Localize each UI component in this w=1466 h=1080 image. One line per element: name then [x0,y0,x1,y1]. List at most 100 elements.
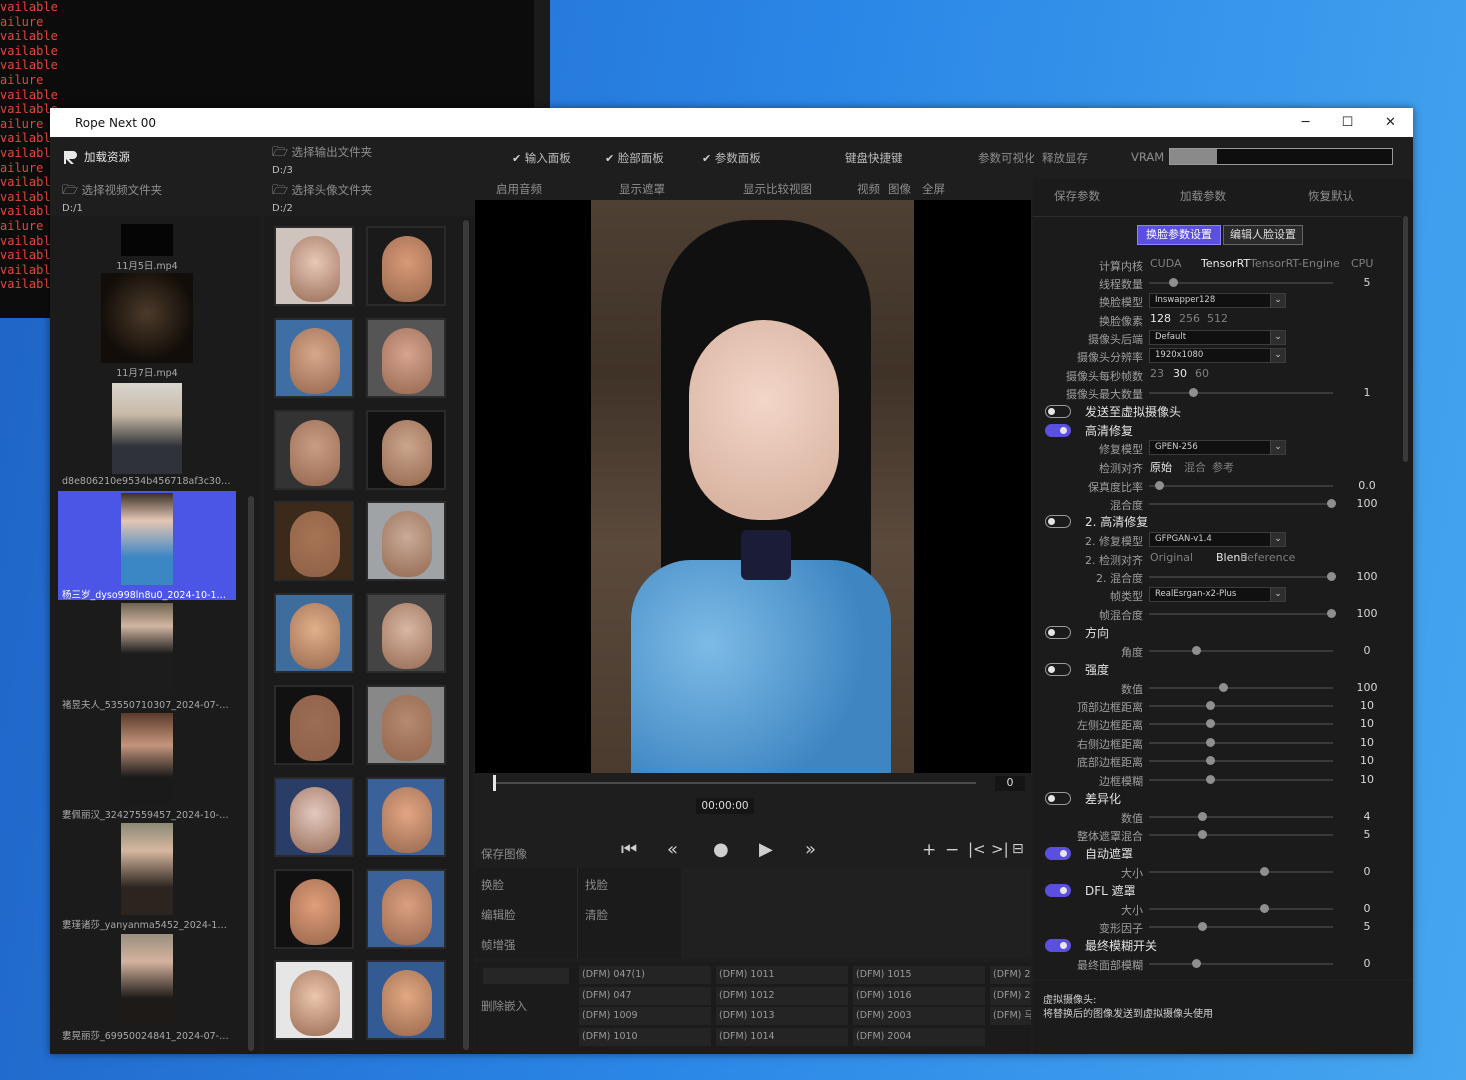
restore-blend-slider[interactable] [1149,503,1333,505]
enable-audio-toggle[interactable]: 启用音频 [496,181,542,197]
strength-toggle[interactable] [1045,663,1071,676]
video-item[interactable]: 婁佩丽汉_32427559457_2024-10-24_0... [58,713,236,821]
video-item[interactable]: 11月5日.mp4 [58,224,236,272]
restore2-blend-slider-handle[interactable] [1327,572,1336,581]
video-tab[interactable]: 视频 [857,181,880,197]
restore-blend-slider-handle[interactable] [1327,499,1336,508]
strength-amount-slider[interactable] [1149,687,1333,689]
face-thumbnail[interactable] [366,501,446,582]
option-restore2-align[interactable]: Original [1150,551,1193,564]
dfm-model-item[interactable]: (DFM) 1013 [716,1007,848,1025]
restore-toggle[interactable] [1045,424,1071,437]
frame-blend-slider[interactable] [1149,613,1333,615]
params-scrollbar[interactable] [1403,216,1408,462]
diff-toggle[interactable] [1045,792,1071,805]
face-thumbnail[interactable] [274,685,354,765]
close-button[interactable]: ✕ [1369,108,1412,137]
dfm-model-item[interactable]: (DFM) 1016 [853,986,985,1005]
face-folder-button[interactable]: 🗁 选择头像文件夹 D:/2 [272,181,372,214]
save-marker-icon[interactable]: ⊟ [1012,841,1024,857]
first-frame-icon[interactable]: ⏮ [621,839,637,860]
faces-scrollbar[interactable] [463,220,469,1050]
play-icon[interactable]: ▶ [759,839,773,860]
diff-mask-slider[interactable] [1149,834,1333,836]
option-resolution[interactable]: 512 [1207,312,1228,325]
video-item[interactable]: 11月7日.mp4 [58,273,236,379]
face-thumbnail[interactable] [274,317,354,398]
diff-amount-slider[interactable] [1149,816,1333,818]
param-value-threads[interactable]: 5 [1355,276,1379,289]
param-value-border-blur[interactable]: 10 [1355,773,1379,786]
dfm-model-item[interactable]: (DFM) 2003 [853,1007,985,1025]
dfm-model-item[interactable]: (DFM) 1010 [579,1027,711,1046]
face-thumbnail[interactable] [274,593,354,674]
fullscreen-tab[interactable]: 全屏 [922,181,945,197]
compare-view-toggle[interactable]: 显示比较视图 [743,181,812,197]
diff-amount-slider-handle[interactable] [1198,812,1207,821]
video-item[interactable]: 婁瑾诸莎_yanyanma5452_2024-10-24_... [58,823,236,931]
fast-forward-icon[interactable]: » [805,839,816,860]
face-thumbnail[interactable] [366,593,446,674]
face-thumbnail[interactable] [274,226,354,306]
border-top-slider[interactable] [1149,705,1333,707]
dfm-model-item[interactable]: (DFM) 20 [990,986,1031,1005]
swapper-model-dropdown[interactable]: Inswapper128 ⌄ [1149,293,1286,308]
option-cam-fps[interactable]: 30 [1173,367,1187,380]
reset-params-button[interactable]: 恢复默认 [1308,188,1354,204]
face-thumbnail[interactable] [366,685,446,765]
record-icon[interactable]: ● [713,839,729,860]
frame-blend-slider-handle[interactable] [1327,609,1336,618]
angle-slider[interactable] [1149,650,1333,652]
orientation-toggle[interactable] [1045,626,1071,639]
dfm-model-item[interactable]: (DFM) 2004 [853,1027,985,1046]
restore2-blend-slider[interactable] [1149,576,1333,578]
param-value-angle[interactable]: 0 [1355,644,1379,657]
face-thumbnail[interactable] [274,409,354,490]
diff-mask-slider-handle[interactable] [1198,830,1207,839]
threads-slider-handle[interactable] [1169,278,1178,287]
restore2-toggle[interactable] [1045,515,1071,528]
video-item[interactable]: 褚昱夫人_53550710307_2024-07-06_1... [58,603,236,711]
border-bottom-slider-handle[interactable] [1206,756,1215,765]
restore-fid-slider-handle[interactable] [1155,481,1164,490]
option-provider[interactable]: CUDA [1150,257,1182,270]
param-value-restore2-blend[interactable]: 100 [1355,570,1379,583]
timeline-slider[interactable] [493,775,976,791]
dfl-size-slider[interactable] [1149,908,1333,910]
params-visible-button[interactable]: 参数可视化 [978,150,1034,166]
face-thumbnail[interactable] [366,960,446,1041]
output-folder-button[interactable]: 🗁 选择输出文件夹 D:/3 [272,143,372,176]
camera-resolution-dropdown[interactable]: 1920x1080 ⌄ [1149,348,1286,363]
occluder-size-slider-handle[interactable] [1260,867,1269,876]
option-cam-fps[interactable]: 60 [1195,367,1209,380]
restore2-model-dropdown[interactable]: GFPGAN-v1.4 ⌄ [1149,532,1286,547]
option-provider[interactable]: CPU [1351,257,1373,270]
prev-marker-icon[interactable]: |< [968,840,986,858]
param-value-restore-fid[interactable]: 0.0 [1355,479,1379,492]
embed-name-input[interactable] [483,968,569,984]
maximize-button[interactable]: ☐ [1326,108,1369,137]
param-value-restore-blend[interactable]: 100 [1355,497,1379,510]
minimize-button[interactable]: ─ [1284,108,1327,137]
final-blur-toggle[interactable] [1045,939,1071,952]
delete-embedding-button[interactable]: 删除嵌入 [481,998,527,1014]
border-left-slider-handle[interactable] [1206,719,1215,728]
dfl-size-slider-handle[interactable] [1260,904,1269,913]
dfm-model-item[interactable]: (DFM) 1009 [579,1007,711,1025]
tab-edit-face-settings[interactable]: 编辑人脸设置 [1223,225,1303,245]
keyboard-shortcuts-button[interactable]: 键盘快捷键 [845,150,903,166]
param-value-cam-max[interactable]: 1 [1355,386,1379,399]
face-thumbnail[interactable] [274,960,354,1041]
param-value-border-top[interactable]: 10 [1355,699,1379,712]
chk-input-panel[interactable]: ✔ 输入面板 [512,150,571,166]
video-folder-button[interactable]: 🗁 选择视频文件夹 D:/1 [62,181,162,214]
dfm-model-item[interactable]: (DFM) 1014 [716,1027,848,1046]
border-left-slider[interactable] [1149,723,1333,725]
remove-marker-icon[interactable]: − [945,840,959,860]
video-viewer[interactable] [475,200,1031,773]
option-cam-fps[interactable]: 23 [1150,367,1164,380]
border-top-slider-handle[interactable] [1206,701,1215,710]
param-value-occluder-size[interactable]: 0 [1355,865,1379,878]
camera-backend-dropdown[interactable]: Default ⌄ [1149,330,1286,345]
tab-swap-settings[interactable]: 换脸参数设置 [1137,225,1221,245]
